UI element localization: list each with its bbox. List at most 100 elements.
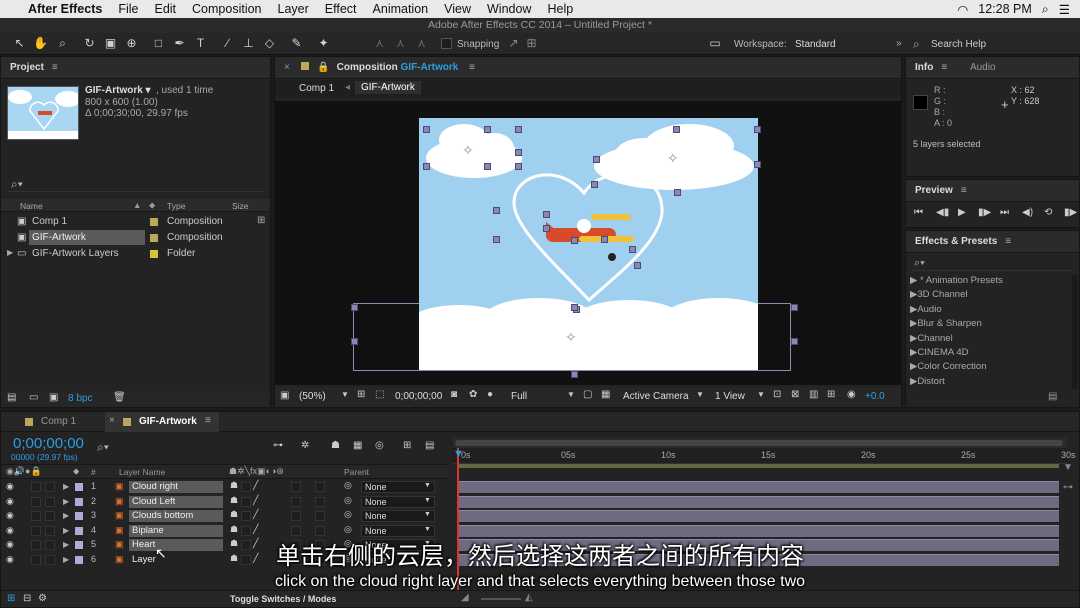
- parent-dropdown[interactable]: None ▼: [361, 495, 435, 508]
- quality-switch-icon[interactable]: ╱: [253, 495, 258, 506]
- panel-menu-icon[interactable]: ≡: [961, 185, 967, 196]
- list-item[interactable]: ▶CINEMA 4D: [910, 347, 1070, 361]
- view-axis-icon[interactable]: ⋏: [414, 36, 429, 51]
- brainstorm-icon[interactable]: ▤: [425, 440, 434, 451]
- tab-audio[interactable]: Audio: [970, 62, 996, 73]
- list-item[interactable]: ▶Channel: [910, 333, 1070, 347]
- layer-duration-bar[interactable]: [459, 495, 1059, 508]
- dropdown-arrow-icon[interactable]: ▼: [424, 511, 431, 518]
- dropdown-arrow-icon[interactable]: ▼: [567, 390, 575, 399]
- safe-margins-icon[interactable]: ⊞: [357, 389, 365, 400]
- menu-help[interactable]: Help: [547, 2, 573, 16]
- layer-duration-bar[interactable]: [459, 481, 1059, 493]
- solo-toggle[interactable]: [31, 482, 41, 492]
- menu-layer[interactable]: Layer: [278, 2, 309, 16]
- dropdown-arrow-icon[interactable]: ▼: [424, 497, 431, 504]
- show-channel-icon[interactable]: ✿: [469, 389, 477, 400]
- expand-triangle-icon[interactable]: ▶: [7, 248, 13, 257]
- eye-icon[interactable]: ◉: [6, 496, 14, 507]
- always-preview-icon[interactable]: ▣: [280, 390, 289, 401]
- new-composition-icon[interactable]: ▣: [49, 392, 58, 403]
- wifi-icon[interactable]: ◠: [957, 2, 968, 17]
- label-color-swatch[interactable]: [150, 218, 158, 226]
- graph-editor-icon[interactable]: ⊞: [403, 440, 411, 451]
- layer-duration-bar[interactable]: [459, 510, 1059, 522]
- menu-edit[interactable]: Edit: [154, 2, 176, 16]
- menu-file[interactable]: File: [118, 2, 138, 16]
- expand-triangle-icon[interactable]: ▶: [63, 511, 69, 520]
- roto-brush-tool-icon[interactable]: ✎: [289, 36, 304, 51]
- first-frame-icon[interactable]: ⏮: [914, 207, 923, 218]
- parent-dropdown[interactable]: None ▼: [361, 481, 435, 493]
- tab-info[interactable]: Info: [915, 62, 933, 73]
- shy-layers-icon[interactable]: ☗: [331, 440, 340, 451]
- region-of-interest-icon[interactable]: ⬚: [375, 389, 384, 400]
- 3d-switch[interactable]: [315, 511, 325, 521]
- timeline-timecode[interactable]: 0;00;00;00: [13, 435, 84, 452]
- clone-stamp-tool-icon[interactable]: ⊥: [241, 36, 256, 51]
- collapse-switch[interactable]: [241, 482, 251, 492]
- list-item[interactable]: ▶Color Correction: [910, 361, 1070, 375]
- eye-icon[interactable]: ◉: [6, 525, 14, 536]
- work-area-bar[interactable]: [457, 464, 1059, 468]
- table-row[interactable]: ◉ ▶ 2 ▣ Cloud Left ☗ ╱ ◎ None ▼: [1, 495, 1079, 509]
- layer-label-swatch[interactable]: [75, 526, 83, 535]
- zoom-tool-icon[interactable]: ⌕: [55, 36, 70, 51]
- collapse-switch[interactable]: [241, 525, 251, 536]
- collapse-switch[interactable]: [241, 496, 251, 507]
- time-ruler[interactable]: 0s 05s 10s 15s 20s 25s 30s: [453, 448, 1076, 464]
- draft-3d-icon[interactable]: ✲: [301, 440, 309, 451]
- clock-text[interactable]: 12:28 PM: [978, 2, 1032, 16]
- panel-menu-icon[interactable]: ≡: [469, 62, 475, 73]
- list-item[interactable]: ▣ GIF-Artwork Composition: [1, 230, 270, 245]
- list-item[interactable]: ▶Audio: [910, 304, 1070, 318]
- expand-triangle-icon[interactable]: ▶: [63, 482, 69, 491]
- exposure-value[interactable]: +0.0: [865, 391, 885, 402]
- parent-dropdown[interactable]: None ▼: [361, 510, 435, 522]
- sort-icon[interactable]: ▲: [133, 200, 141, 210]
- list-item[interactable]: ▶Distort: [910, 376, 1070, 390]
- type-tool-icon[interactable]: T: [193, 36, 208, 51]
- snapshot-icon[interactable]: ◙: [451, 389, 457, 400]
- bit-depth-button[interactable]: 8 bpc: [68, 393, 92, 404]
- rectangle-tool-icon[interactable]: □: [151, 36, 166, 51]
- menu-view[interactable]: View: [444, 2, 471, 16]
- effects-scrollbar[interactable]: [1072, 275, 1078, 389]
- hand-tool-icon[interactable]: ✋: [33, 36, 48, 51]
- col-type[interactable]: Type: [167, 201, 185, 211]
- menu-effect[interactable]: Effect: [325, 2, 357, 16]
- 3d-switch[interactable]: [315, 496, 325, 507]
- fx-switch[interactable]: [291, 511, 301, 521]
- rotate-tool-icon[interactable]: ↻: [82, 36, 97, 51]
- camera-tool-icon[interactable]: ▣: [103, 36, 118, 51]
- motion-blur-icon[interactable]: ◎: [375, 440, 384, 451]
- layer-label-swatch[interactable]: [75, 497, 83, 506]
- shy-switch-icon[interactable]: ☗: [230, 495, 238, 506]
- zoom-out-icon[interactable]: ◢: [461, 592, 469, 603]
- tab-comp1[interactable]: Comp 1: [41, 416, 76, 427]
- list-item[interactable]: ▶ * Animation Presets: [910, 275, 1070, 289]
- workspace-icon[interactable]: ▭: [706, 36, 724, 51]
- panel-menu-icon[interactable]: ≡: [941, 62, 947, 73]
- parent-dropdown[interactable]: None ▼: [361, 524, 435, 537]
- label-column-icon[interactable]: ⬥: [73, 466, 79, 477]
- snap-features-icon[interactable]: ⊞: [524, 36, 539, 51]
- time-navigator[interactable]: [453, 438, 1067, 448]
- search-help-input[interactable]: Search Help: [931, 39, 986, 50]
- dropdown-arrow-icon[interactable]: ▼: [424, 526, 431, 533]
- magnification-dropdown[interactable]: (50%): [299, 391, 326, 402]
- zoom-in-icon[interactable]: ◭: [525, 592, 533, 603]
- solo-toggle[interactable]: [31, 511, 41, 521]
- fx-switch[interactable]: [291, 525, 301, 536]
- quality-switch-icon[interactable]: ╱: [253, 524, 258, 535]
- menu-window[interactable]: Window: [487, 2, 531, 16]
- av-features-icon[interactable]: ◉🔊●🔒: [6, 466, 42, 477]
- new-item-icon[interactable]: ▤: [1048, 391, 1057, 402]
- effects-search-input[interactable]: ⌕▾: [912, 257, 1072, 271]
- frame-blending-icon[interactable]: ▦: [353, 440, 362, 451]
- play-icon[interactable]: ▶: [958, 207, 966, 218]
- color-channels-icon[interactable]: ●: [487, 389, 493, 400]
- panel-menu-icon[interactable]: ≡: [1005, 236, 1011, 247]
- timeline-search-icon[interactable]: ⌕▾: [97, 440, 109, 455]
- lock-icon[interactable]: 🔒: [317, 62, 329, 73]
